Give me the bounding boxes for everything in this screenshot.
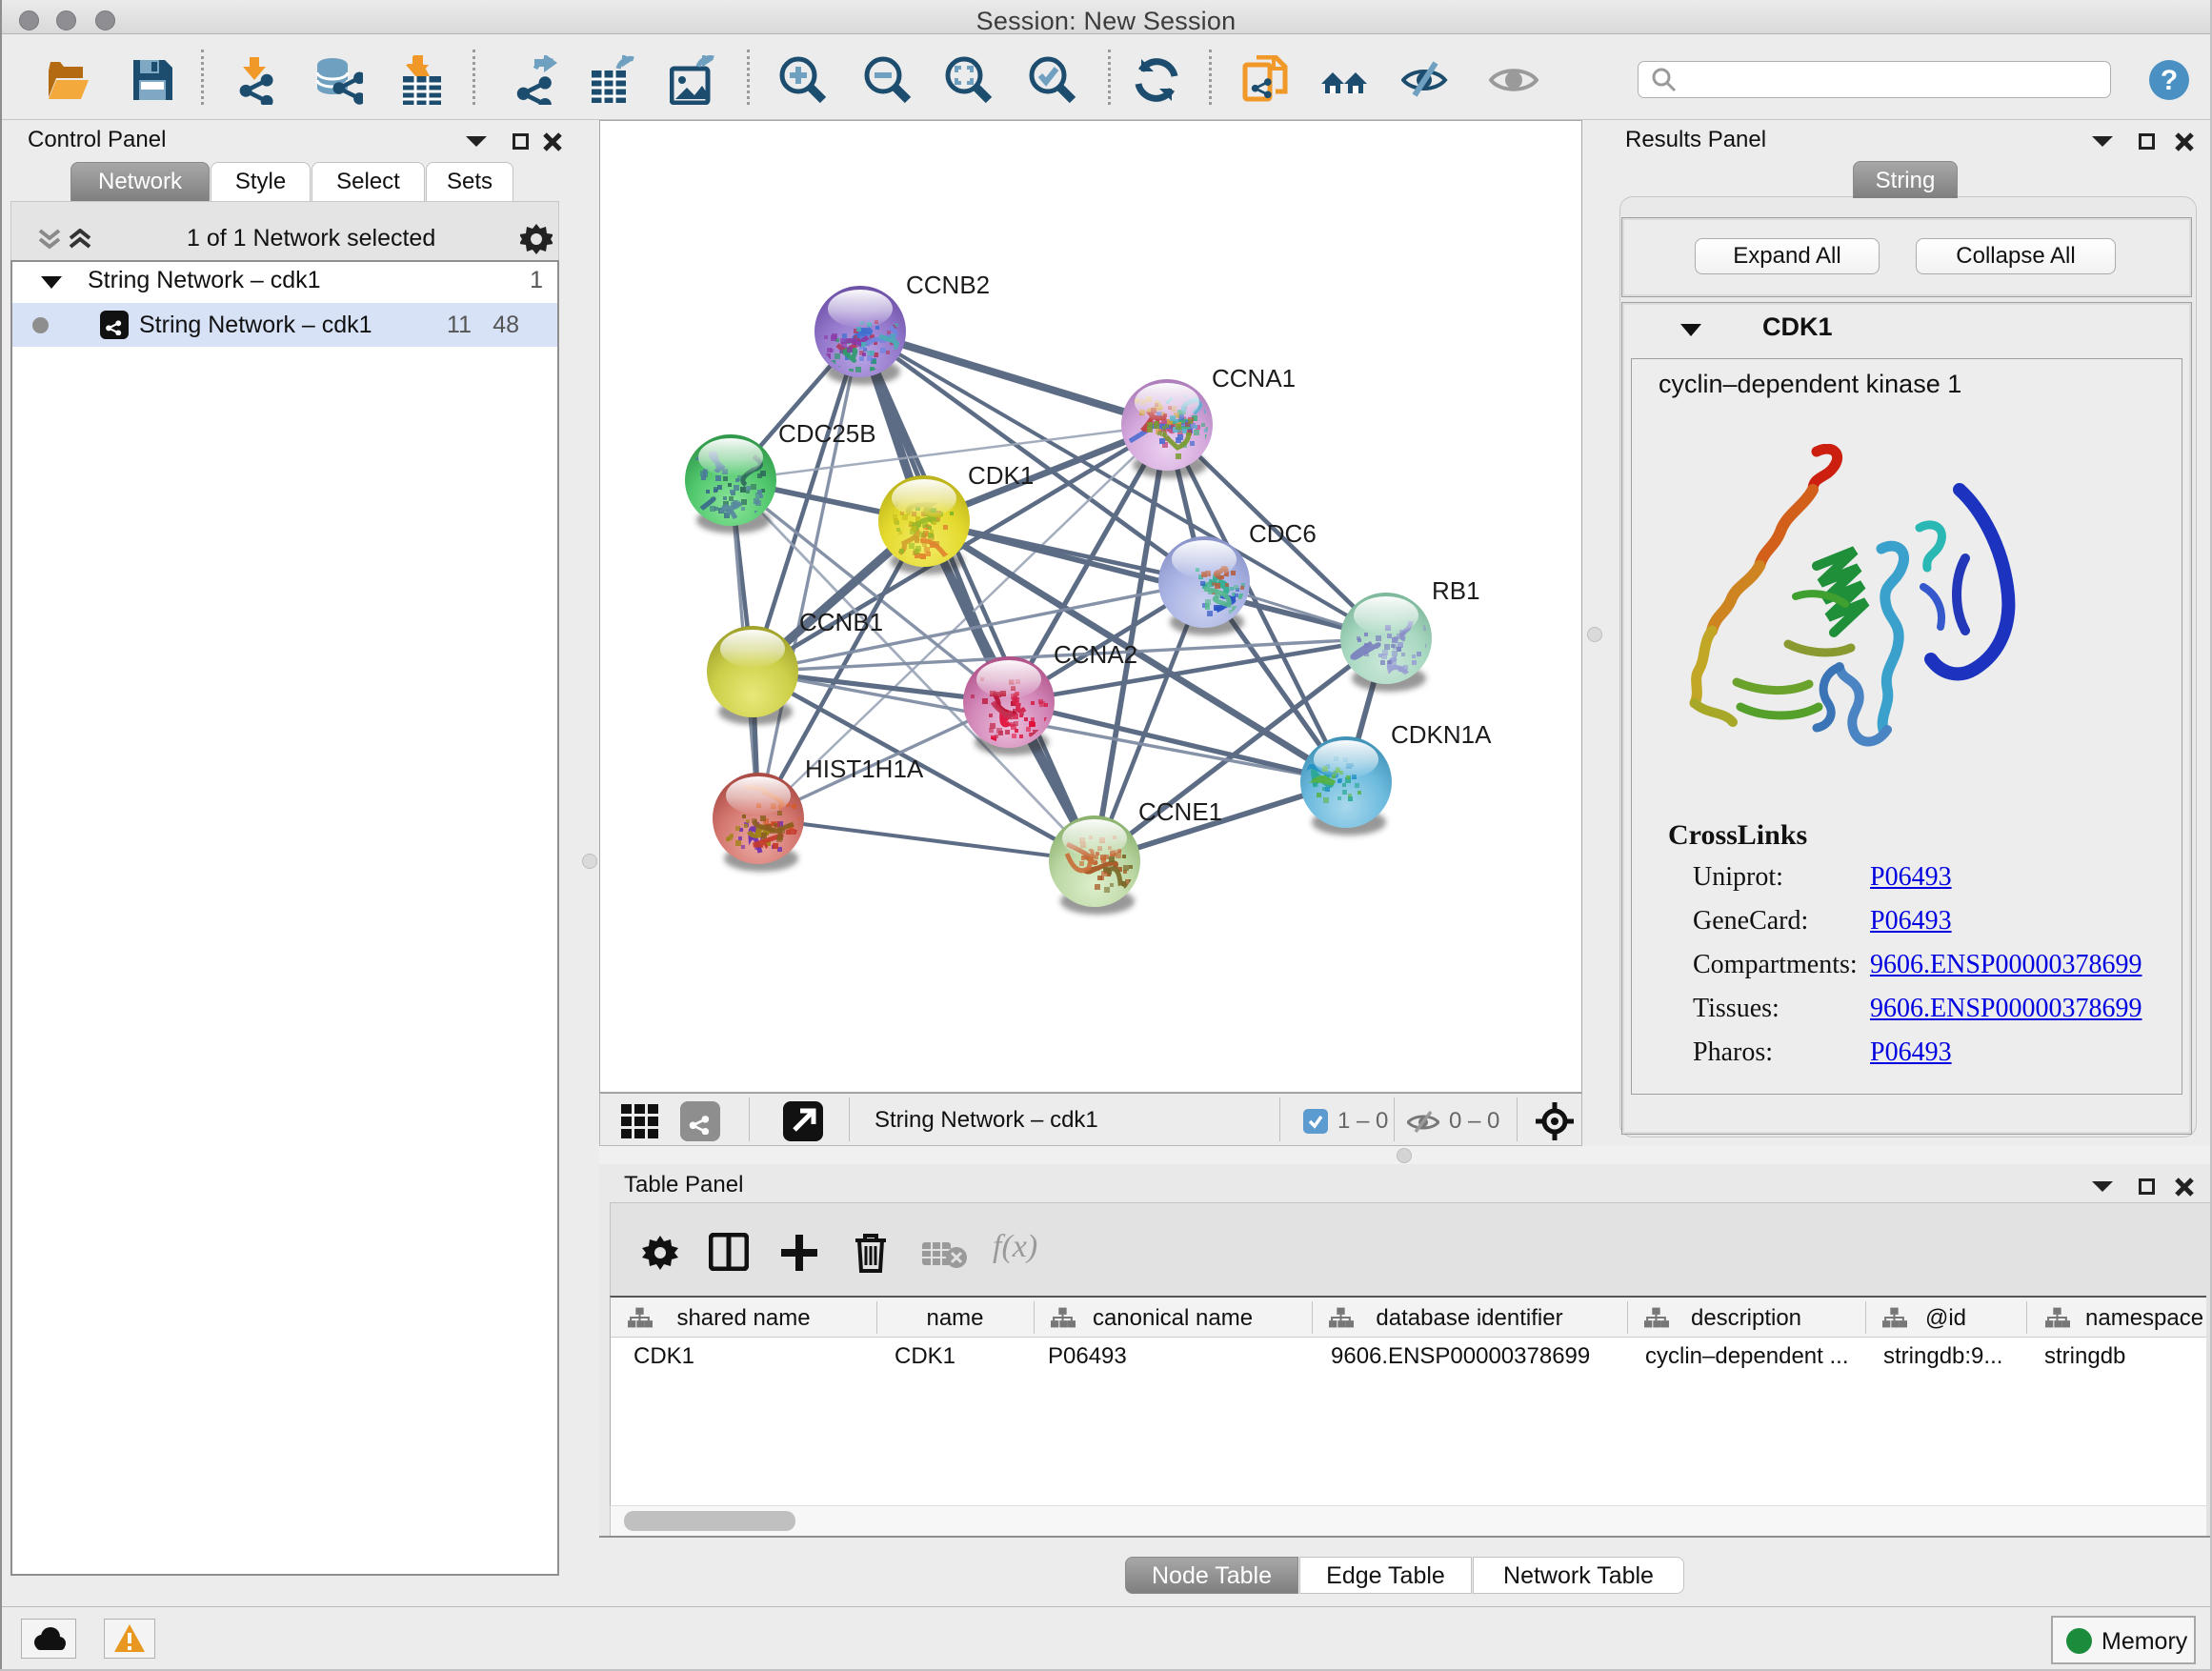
- svg-text:HIST1H1A: HIST1H1A: [805, 755, 924, 783]
- svg-text:CCNA1: CCNA1: [1212, 364, 1296, 393]
- svg-text:CCNB2: CCNB2: [906, 271, 990, 299]
- svg-text:CCNE1: CCNE1: [1138, 797, 1222, 826]
- svg-text:CDKN1A: CDKN1A: [1391, 720, 1492, 749]
- svg-text:RB1: RB1: [1432, 576, 1480, 605]
- svg-text:CDC6: CDC6: [1249, 519, 1317, 548]
- svg-text:CDK1: CDK1: [968, 461, 1034, 490]
- svg-text:?: ?: [2161, 65, 2178, 96]
- svg-text:CDC25B: CDC25B: [778, 419, 876, 448]
- svg-text:CCNB1: CCNB1: [799, 608, 883, 636]
- svg-text:CCNA2: CCNA2: [1054, 640, 1137, 669]
